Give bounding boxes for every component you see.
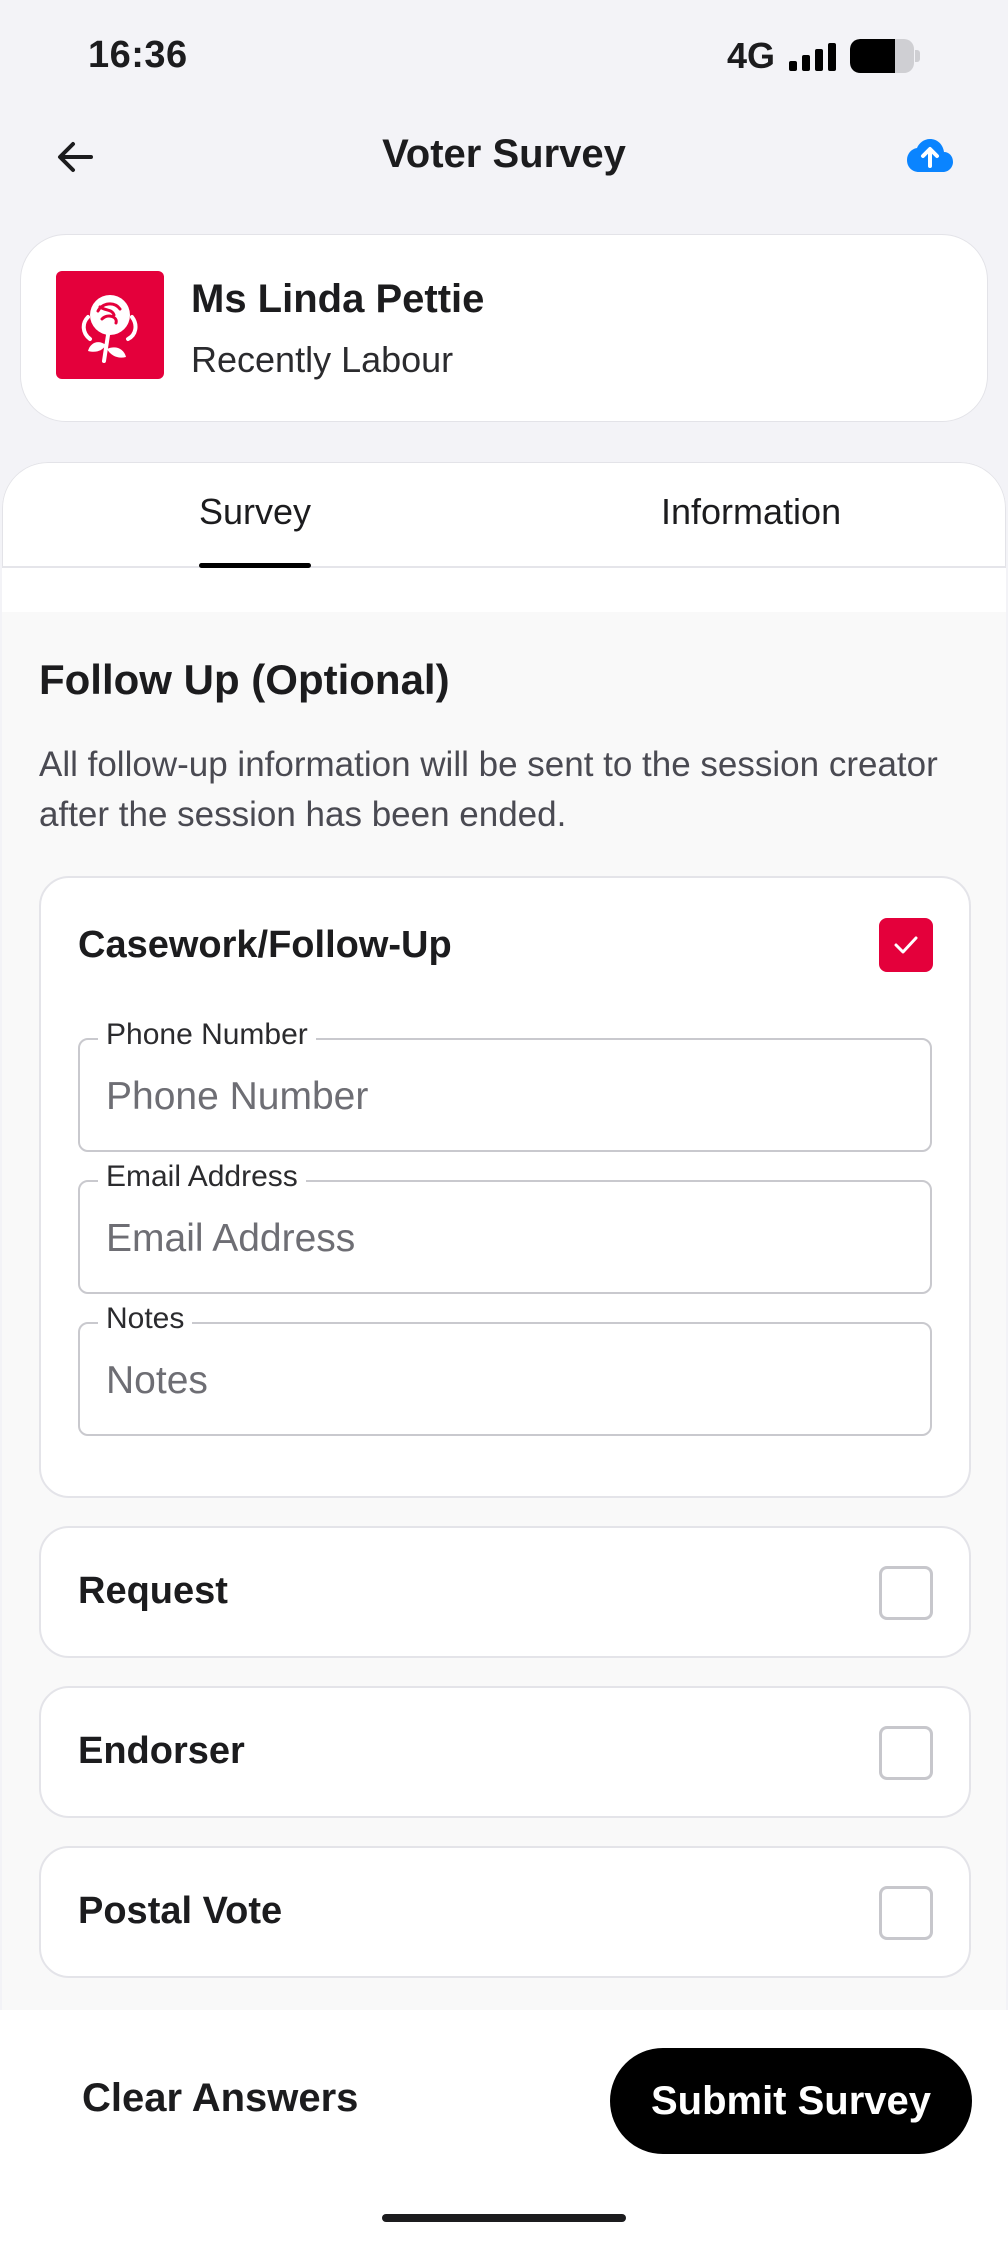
rose-icon bbox=[81, 295, 138, 363]
postal-vote-card[interactable]: Postal Vote bbox=[39, 1846, 971, 1978]
notes-input[interactable] bbox=[106, 1354, 906, 1408]
app-header: Voter Survey bbox=[0, 110, 1008, 202]
postal-vote-checkbox[interactable] bbox=[879, 1886, 933, 1940]
endorser-label: Endorser bbox=[78, 1730, 245, 1772]
submit-survey-button[interactable]: Submit Survey bbox=[610, 2048, 972, 2154]
notes-field: Notes bbox=[78, 1302, 932, 1436]
section-title: Follow Up (Optional) bbox=[39, 656, 450, 703]
status-bar: 16:36 4G bbox=[0, 0, 1008, 110]
home-indicator bbox=[382, 2214, 626, 2222]
status-indicators: 4G bbox=[726, 35, 920, 76]
bottom-action-bar: Clear Answers Submit Survey bbox=[0, 2010, 1008, 2244]
phone-field-label: Phone Number bbox=[98, 1018, 316, 1052]
email-field-label: Email Address bbox=[98, 1160, 306, 1194]
tab-information[interactable]: Information bbox=[661, 491, 841, 533]
casework-label: Casework/Follow-Up bbox=[78, 924, 452, 966]
voter-card: Ms Linda Pettie Recently Labour bbox=[20, 234, 988, 422]
phone-input[interactable] bbox=[106, 1070, 906, 1124]
status-time: 16:36 bbox=[88, 34, 188, 76]
phone-field: Phone Number bbox=[78, 1018, 932, 1152]
request-checkbox[interactable] bbox=[879, 1566, 933, 1620]
request-card[interactable]: Request bbox=[39, 1526, 971, 1658]
endorser-card[interactable]: Endorser bbox=[39, 1686, 971, 1818]
battery-icon bbox=[850, 39, 920, 73]
upload-button[interactable] bbox=[902, 128, 958, 184]
tab-bar: Survey Information bbox=[2, 462, 1006, 568]
clear-answers-button[interactable]: Clear Answers bbox=[82, 2076, 358, 2121]
endorser-checkbox[interactable] bbox=[879, 1726, 933, 1780]
page-title: Voter Survey bbox=[382, 132, 626, 176]
signal-icon bbox=[789, 41, 836, 71]
party-logo bbox=[56, 271, 164, 379]
casework-checkbox[interactable] bbox=[879, 918, 933, 972]
notes-field-label: Notes bbox=[98, 1302, 193, 1336]
survey-panel: Survey Information Follow Up (Optional) … bbox=[2, 462, 1006, 2012]
check-icon bbox=[894, 936, 918, 954]
request-label: Request bbox=[78, 1570, 228, 1612]
email-input[interactable] bbox=[106, 1212, 906, 1266]
section-description: All follow-up information will be sent t… bbox=[39, 745, 938, 834]
postal-vote-label: Postal Vote bbox=[78, 1890, 283, 1932]
voter-affiliation: Recently Labour bbox=[191, 339, 454, 380]
voter-name: Ms Linda Pettie bbox=[191, 277, 485, 321]
email-field: Email Address bbox=[78, 1160, 932, 1294]
casework-card: Casework/Follow-Up Phone Number Email Ad… bbox=[39, 876, 971, 1498]
tab-content-spacer bbox=[2, 568, 1006, 612]
network-label: 4G bbox=[726, 35, 775, 76]
cloud-upload-icon bbox=[907, 139, 953, 172]
tab-survey[interactable]: Survey bbox=[199, 491, 311, 533]
